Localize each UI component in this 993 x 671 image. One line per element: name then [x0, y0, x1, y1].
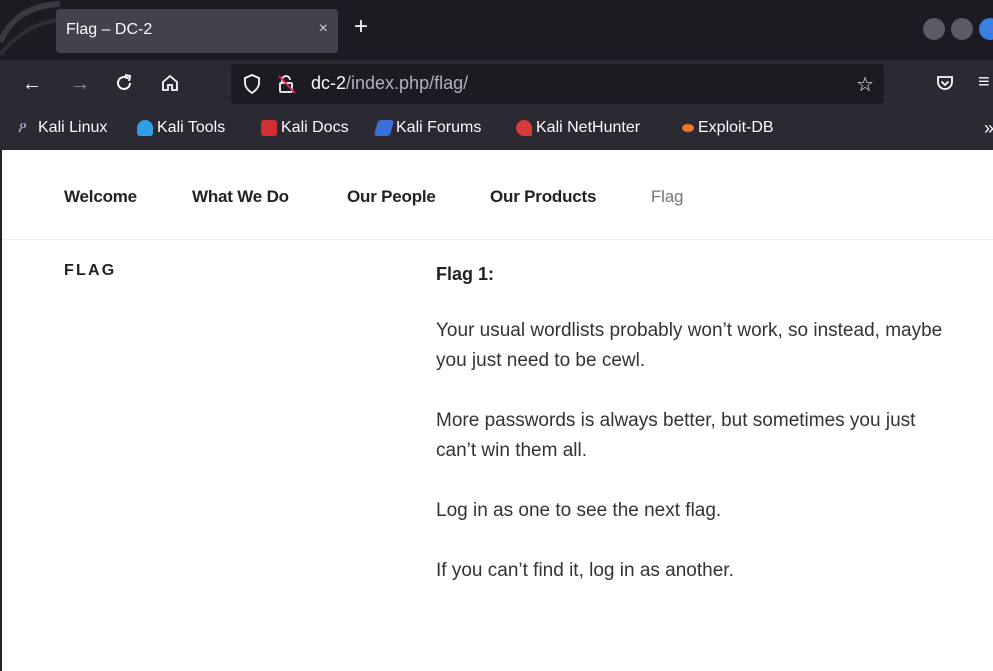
- kali-nethunter-icon: [516, 120, 532, 136]
- hamburger-menu-icon[interactable]: ≡: [978, 71, 990, 94]
- nav-item-what-we-do[interactable]: What We Do: [192, 187, 289, 207]
- bookmarks-toolbar: ዖ Kali Linux Kali Tools Kali Docs Kali F…: [0, 110, 993, 150]
- window-control-dot[interactable]: [979, 18, 993, 40]
- kali-dragon-icon: ዖ: [18, 119, 27, 136]
- tab-title: Flag – DC-2: [66, 21, 153, 38]
- content-paragraph: Your usual wordlists probably won’t work…: [436, 320, 943, 371]
- tracking-shield-icon[interactable]: [243, 74, 261, 94]
- kali-tools-icon: [137, 120, 153, 136]
- home-icon[interactable]: [158, 73, 182, 98]
- exploit-db-icon: [682, 124, 694, 132]
- content-paragraph: More passwords is always better, but som…: [436, 410, 916, 461]
- bookmarks-overflow-icon[interactable]: »: [984, 118, 993, 139]
- url-host: dc-2: [311, 73, 347, 93]
- bookmark-label: Kali NetHunter: [536, 119, 641, 136]
- site-navigation: Welcome What We Do Our People Our Produc…: [2, 150, 993, 240]
- back-arrow-icon[interactable]: ←: [20, 73, 44, 95]
- kali-forums-icon: [373, 120, 395, 136]
- forward-arrow-icon[interactable]: →: [68, 73, 92, 95]
- browser-chrome: Flag – DC-2 × + ← → dc-2/index.php/flag/…: [0, 0, 993, 150]
- nav-item-welcome[interactable]: Welcome: [64, 187, 137, 207]
- url-path: /index.php/flag/: [346, 73, 469, 93]
- bookmark-label: Exploit-DB: [698, 119, 774, 136]
- tab-bar: Flag – DC-2 × +: [0, 0, 993, 60]
- kali-docs-icon: [261, 120, 277, 136]
- content-paragraph: Log in as one to see the next flag.: [436, 500, 722, 521]
- pocket-icon[interactable]: [935, 73, 955, 93]
- tab-close-icon[interactable]: ×: [319, 20, 328, 38]
- reload-icon[interactable]: [112, 73, 136, 98]
- bookmark-label: Kali Tools: [157, 119, 226, 136]
- window-control-dot[interactable]: [923, 18, 945, 40]
- bookmark-label: Kali Linux: [38, 119, 108, 136]
- navigation-toolbar: ← → dc-2/index.php/flag/ ☆ ≡: [0, 60, 993, 110]
- bookmark-kali-tools[interactable]: Kali Tools: [137, 119, 225, 137]
- bookmark-label: Kali Docs: [281, 119, 349, 136]
- web-page: Welcome What We Do Our People Our Produc…: [0, 150, 993, 671]
- bookmark-kali-forums[interactable]: Kali Forums: [373, 119, 482, 137]
- insecure-lock-icon[interactable]: [276, 73, 298, 95]
- nav-item-our-products[interactable]: Our Products: [490, 187, 596, 207]
- bookmark-label: Kali Forums: [396, 119, 482, 136]
- window-control-dot[interactable]: [951, 18, 973, 40]
- new-tab-button[interactable]: +: [354, 15, 368, 39]
- bookmark-kali-nethunter[interactable]: Kali NetHunter: [516, 119, 640, 137]
- bookmark-exploit-db[interactable]: Exploit-DB: [682, 119, 774, 137]
- bookmark-star-icon[interactable]: ☆: [856, 72, 874, 97]
- flag-heading: Flag 1:: [436, 264, 495, 284]
- bookmark-kali-linux[interactable]: ዖ Kali Linux: [18, 119, 107, 137]
- entry-content: Flag 1: Your usual wordlists probably wo…: [436, 262, 956, 616]
- nav-item-flag[interactable]: Flag: [651, 187, 683, 207]
- bookmark-kali-docs[interactable]: Kali Docs: [261, 119, 349, 137]
- nav-item-our-people[interactable]: Our People: [347, 187, 436, 207]
- page-title: FLAG: [64, 262, 117, 279]
- address-bar[interactable]: dc-2/index.php/flag/ ☆: [231, 64, 884, 104]
- content-paragraph: If you can’t find it, log in as another.: [436, 560, 734, 581]
- desktop-swoosh-decoration: [0, 1, 60, 57]
- window-controls: [923, 18, 993, 40]
- url-text[interactable]: dc-2/index.php/flag/: [311, 73, 468, 94]
- tab-active[interactable]: Flag – DC-2 ×: [56, 9, 338, 53]
